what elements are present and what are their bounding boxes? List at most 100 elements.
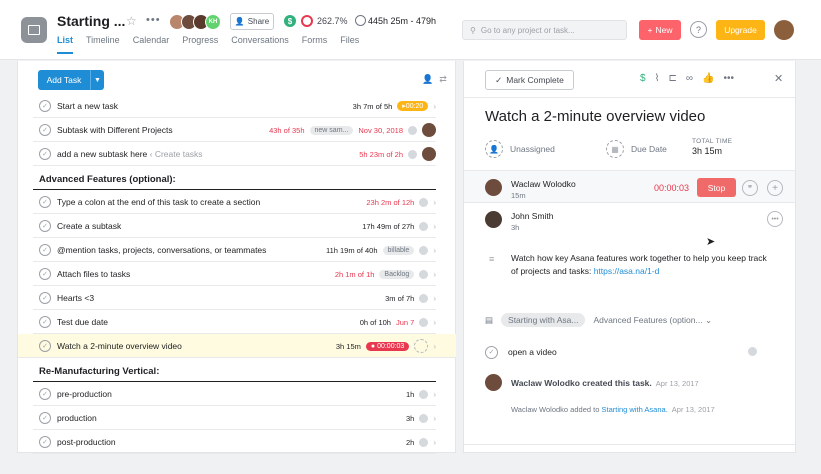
task-row[interactable]: ✓ Type a colon at the end of this task to… bbox=[33, 190, 436, 214]
task-title[interactable]: Watch a 2-minute overview video bbox=[485, 108, 705, 125]
time-icon[interactable] bbox=[419, 269, 429, 279]
time-icon[interactable] bbox=[748, 347, 757, 356]
chevron-right-icon[interactable]: › bbox=[433, 222, 436, 231]
tab-conversations[interactable]: Conversations bbox=[231, 35, 289, 54]
tag[interactable]: new sam... bbox=[309, 125, 354, 135]
tab-calendar[interactable]: Calendar bbox=[133, 35, 170, 54]
task-row[interactable]: ✓ Watch a 2-minute overview video 3h 15m ● … bbox=[18, 334, 456, 358]
time-icon[interactable] bbox=[419, 437, 429, 447]
task-row[interactable]: ✓ Attach files to tasks 2h 1m of 1h Backlog… bbox=[33, 262, 436, 286]
task-name[interactable]: post-production bbox=[57, 437, 116, 447]
check-icon[interactable]: ✓ bbox=[39, 292, 51, 304]
task-name[interactable]: Attach files to tasks bbox=[57, 269, 130, 279]
billing-icon[interactable]: $ bbox=[284, 15, 296, 27]
chevron-right-icon[interactable]: › bbox=[433, 414, 436, 423]
chevron-right-icon[interactable]: › bbox=[433, 342, 436, 351]
check-icon[interactable]: ✓ bbox=[39, 412, 51, 424]
project-title[interactable]: Starting ... bbox=[57, 13, 125, 29]
mark-complete-button[interactable]: ✓ Mark Complete bbox=[485, 70, 574, 90]
billing-icon[interactable]: $ bbox=[640, 73, 646, 84]
check-icon[interactable]: ✓ bbox=[39, 220, 51, 232]
section-title[interactable]: Re-Manufacturing Vertical: bbox=[39, 366, 159, 377]
task-name[interactable]: Watch a 2-minute overview video bbox=[57, 341, 182, 351]
tab-forms[interactable]: Forms bbox=[302, 35, 328, 54]
section-select[interactable]: Advanced Features (option... ⌄ bbox=[593, 315, 712, 326]
parent-task-link[interactable]: ‹ Create tasks bbox=[150, 149, 203, 159]
tab-list[interactable]: List bbox=[57, 35, 74, 54]
link-icon[interactable]: ∞ bbox=[686, 73, 693, 84]
time-icon[interactable] bbox=[419, 197, 429, 207]
task-row[interactable]: ✓ production 3h › bbox=[33, 406, 436, 430]
tag[interactable]: billable bbox=[382, 245, 415, 255]
chevron-right-icon[interactable]: › bbox=[433, 318, 436, 327]
task-row[interactable]: ✓ post-production 2h › bbox=[33, 430, 436, 454]
due-date[interactable]: Nov 30, 2018 bbox=[358, 126, 403, 135]
chevron-right-icon[interactable]: › bbox=[433, 270, 436, 279]
more-options-icon[interactable]: ••• bbox=[767, 211, 783, 227]
time-icon[interactable] bbox=[419, 317, 429, 327]
task-name[interactable]: Subtask with Different Projects bbox=[57, 125, 173, 135]
task-row[interactable]: ✓ Hearts <3 3m of 7h › bbox=[33, 286, 436, 310]
search-input[interactable]: ⚲ Go to any project or task... bbox=[462, 20, 627, 40]
project-link[interactable]: Starting with Asana. bbox=[601, 405, 667, 414]
user-avatar[interactable] bbox=[774, 20, 794, 40]
task-name[interactable]: Type a colon at the end of this task to … bbox=[57, 197, 260, 207]
task-name[interactable]: production bbox=[57, 413, 97, 423]
add-icon[interactable]: + bbox=[767, 180, 783, 196]
chevron-down-icon[interactable]: ▼ bbox=[90, 70, 104, 90]
check-icon[interactable]: ✓ bbox=[39, 244, 51, 256]
task-name[interactable]: pre-production bbox=[57, 389, 112, 399]
stop-button[interactable]: Stop bbox=[697, 178, 736, 197]
task-name[interactable]: Start a new task bbox=[57, 101, 118, 111]
attachment-icon[interactable]: ⌇ bbox=[655, 73, 660, 84]
assignee-field[interactable]: 👤 Unassigned bbox=[485, 140, 555, 158]
comment-icon[interactable]: ❞ bbox=[742, 180, 758, 196]
tab-files[interactable]: Files bbox=[340, 35, 359, 54]
task-row[interactable]: ✓ Start a new task 3h 7m of 5h ▸00:20 › bbox=[33, 94, 436, 118]
due-date[interactable]: Jun 7 bbox=[396, 318, 414, 327]
chevron-right-icon[interactable]: › bbox=[433, 390, 436, 399]
subtask-icon[interactable]: ⊏ bbox=[668, 73, 676, 84]
tab-timeline[interactable]: Timeline bbox=[86, 35, 120, 54]
description-link[interactable]: https://asa.na/1-d bbox=[594, 266, 660, 276]
time-icon[interactable] bbox=[419, 245, 429, 255]
new-button[interactable]: + New bbox=[639, 20, 681, 40]
check-icon[interactable]: ✓ bbox=[39, 388, 51, 400]
time-icon[interactable] bbox=[419, 221, 429, 231]
check-icon[interactable]: ✓ bbox=[39, 316, 51, 328]
check-icon[interactable]: ✓ bbox=[39, 196, 51, 208]
help-button[interactable]: ? bbox=[690, 21, 707, 38]
tag[interactable]: Backlog bbox=[379, 269, 415, 279]
task-name[interactable]: Create a subtask bbox=[57, 221, 121, 231]
subtask-row[interactable]: ✓ open a video bbox=[485, 342, 783, 362]
like-icon[interactable]: 👍 bbox=[702, 73, 714, 84]
subtask-name[interactable]: open a video bbox=[508, 347, 557, 357]
chevron-right-icon[interactable]: › bbox=[433, 294, 436, 303]
check-icon[interactable]: ✓ bbox=[39, 100, 51, 112]
time-icon[interactable] bbox=[419, 413, 429, 423]
time-icon[interactable] bbox=[419, 389, 429, 399]
task-row[interactable]: ✓ @mention tasks, projects, conversations… bbox=[33, 238, 436, 262]
chevron-right-icon[interactable]: › bbox=[433, 198, 436, 207]
person-filter-icon[interactable]: 👤 bbox=[422, 74, 433, 85]
check-icon[interactable]: ✓ bbox=[485, 345, 498, 359]
section-header[interactable]: Re-Manufacturing Vertical: bbox=[33, 358, 436, 382]
star-icon[interactable]: ☆ bbox=[126, 14, 137, 28]
close-icon[interactable]: ✕ bbox=[774, 72, 783, 85]
task-name[interactable]: Test due date bbox=[57, 317, 108, 327]
task-name[interactable]: @mention tasks, projects, conversations,… bbox=[57, 245, 266, 255]
more-options-icon[interactable]: ••• bbox=[723, 73, 734, 84]
more-options-icon[interactable]: ••• bbox=[146, 14, 161, 26]
due-date-field[interactable]: ▦ Due Date bbox=[606, 140, 667, 158]
add-task-button[interactable]: Add Task ▼ bbox=[38, 70, 104, 90]
avatar[interactable] bbox=[422, 123, 436, 137]
assignee-placeholder-icon[interactable] bbox=[414, 339, 429, 353]
upgrade-button[interactable]: Upgrade bbox=[716, 20, 765, 40]
task-row[interactable]: ✓ add a new subtask here ‹ Create tasks 5h… bbox=[33, 142, 436, 166]
task-description[interactable]: Watch how key Asana features work togeth… bbox=[511, 252, 773, 278]
chevron-right-icon[interactable]: › bbox=[433, 102, 436, 111]
chevron-right-icon[interactable]: › bbox=[433, 246, 436, 255]
task-name[interactable]: add a new subtask here ‹ Create tasks bbox=[57, 149, 203, 159]
check-icon[interactable]: ✓ bbox=[39, 436, 51, 448]
member-avatar-initials[interactable]: KH bbox=[205, 14, 221, 30]
